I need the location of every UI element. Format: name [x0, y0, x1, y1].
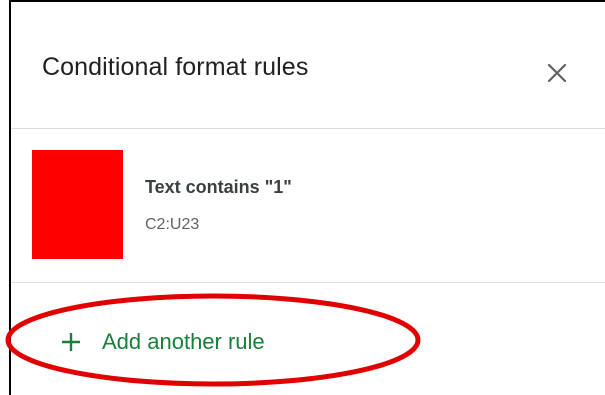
- plus-icon: [60, 331, 82, 353]
- rule-format-swatch: [32, 150, 123, 259]
- close-button[interactable]: [535, 51, 579, 95]
- rule-condition: Text contains "1": [145, 177, 292, 197]
- conditional-format-panel: Conditional format rules Text contains "…: [0, 0, 605, 395]
- rule-divider: [11, 282, 605, 283]
- add-another-rule-button[interactable]: Add another rule: [60, 322, 265, 362]
- rule-list-item[interactable]: Text contains "1" C2:U23: [11, 129, 605, 281]
- panel-header: Conditional format rules: [11, 2, 605, 128]
- add-rule-label: Add another rule: [102, 329, 265, 354]
- panel-title: Conditional format rules: [42, 53, 309, 81]
- close-icon: [535, 51, 579, 95]
- rule-range: C2:U23: [145, 216, 200, 233]
